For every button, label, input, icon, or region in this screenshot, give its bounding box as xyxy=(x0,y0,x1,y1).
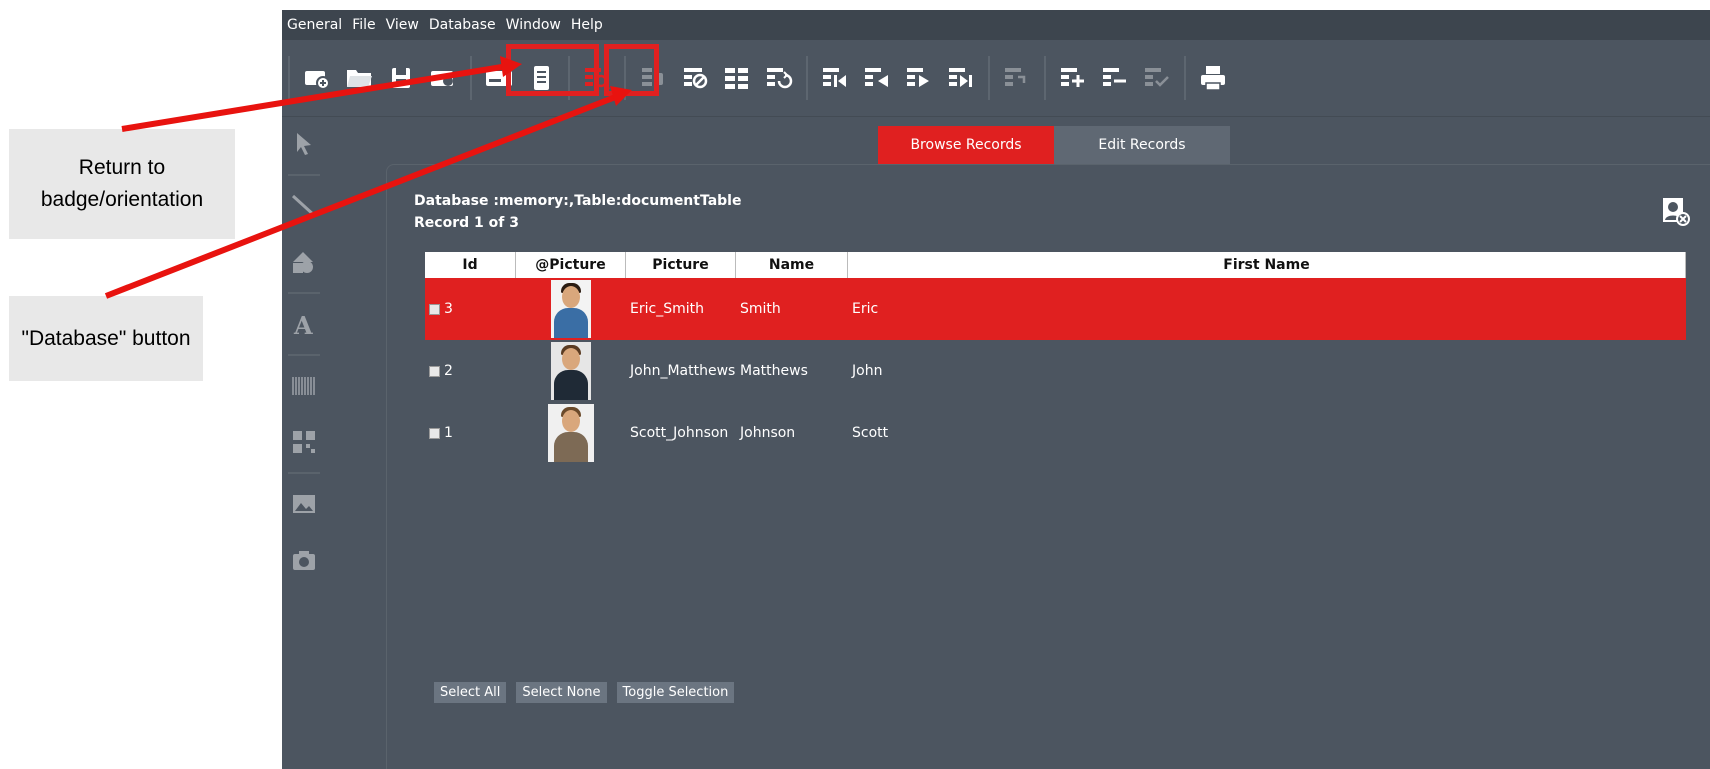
tool-palette: A xyxy=(282,116,326,769)
name-cell: Matthews xyxy=(740,363,808,379)
menu-bar: General File View Database Window Help xyxy=(282,10,1710,40)
callout-database-button: "Database" button xyxy=(9,296,203,381)
column-header-picture-image[interactable]: @Picture xyxy=(516,252,626,278)
svg-text:A: A xyxy=(293,311,313,338)
id-cell: 2 xyxy=(425,340,516,402)
picture-name-cell: Eric_Smith xyxy=(630,301,704,317)
palette-divider xyxy=(288,472,320,474)
print-icon[interactable] xyxy=(1196,56,1230,100)
save-icon[interactable] xyxy=(384,56,418,100)
picture-cell xyxy=(516,278,626,340)
row-checkbox[interactable] xyxy=(429,303,440,315)
database-button-highlight xyxy=(604,44,659,96)
toolbar-separator xyxy=(1184,56,1186,100)
text-tool-icon[interactable]: A xyxy=(282,296,326,352)
database-table-icon[interactable] xyxy=(720,56,754,100)
previous-record-icon[interactable] xyxy=(860,56,894,100)
badge-buttons-highlight xyxy=(506,44,599,96)
toolbar-separator xyxy=(806,56,808,100)
first-name-cell: John xyxy=(852,363,883,379)
person-photo xyxy=(551,280,591,338)
menu-help[interactable]: Help xyxy=(566,10,608,40)
picture-cell xyxy=(516,340,626,402)
row-checkbox[interactable] xyxy=(429,365,440,377)
menu-file[interactable]: File xyxy=(347,10,380,40)
id-value: 1 xyxy=(444,425,453,441)
new-document-icon[interactable] xyxy=(300,56,334,100)
pointer-tool-icon[interactable] xyxy=(282,116,326,172)
palette-divider xyxy=(288,354,320,356)
picture-name-cell: Scott_Johnson xyxy=(630,425,729,441)
add-record-icon[interactable] xyxy=(1056,56,1090,100)
callout-return-badge: Return to badge/orientation xyxy=(9,129,235,239)
picture-name-cell: John_Matthews xyxy=(630,363,736,379)
database-disconnect-icon[interactable] xyxy=(678,56,712,100)
camera-tool-icon[interactable] xyxy=(282,532,326,588)
id-cell: 3 xyxy=(425,278,516,340)
undo-record-icon[interactable] xyxy=(1000,56,1034,100)
palette-divider xyxy=(288,174,320,176)
delete-record-icon[interactable] xyxy=(1098,56,1132,100)
select-none-button[interactable]: Select None xyxy=(516,682,607,703)
id-value: 2 xyxy=(444,363,453,379)
tab-browse-records[interactable]: Browse Records xyxy=(878,126,1054,164)
row-checkbox[interactable] xyxy=(429,427,440,439)
record-counter: Record 1 of 3 xyxy=(414,215,519,231)
toggle-selection-button[interactable]: Toggle Selection xyxy=(616,682,735,703)
records-table: Id @Picture Picture Name First Name 3 Er… xyxy=(425,252,1686,464)
person-photo xyxy=(548,404,594,462)
database-info-line: Database :memory:,Table:documentTable xyxy=(414,193,742,209)
menu-general[interactable]: General xyxy=(282,10,347,40)
open-folder-icon[interactable] xyxy=(342,56,376,100)
last-record-icon[interactable] xyxy=(944,56,978,100)
select-all-button[interactable]: Select All xyxy=(434,682,507,703)
toolbar-separator xyxy=(288,56,290,100)
picture-cell xyxy=(516,402,626,464)
toolbar-separator xyxy=(1044,56,1046,100)
palette-divider xyxy=(288,292,320,294)
table-row[interactable]: 3 Eric_Smith Smith Eric xyxy=(425,278,1686,340)
first-name-cell: Eric xyxy=(852,301,879,317)
name-cell: Smith xyxy=(740,301,781,317)
toolbar xyxy=(282,40,1710,117)
column-header-picture[interactable]: Picture xyxy=(626,252,736,278)
id-value: 3 xyxy=(444,301,453,317)
table-header: Id @Picture Picture Name First Name xyxy=(425,252,1686,278)
record-tabs: Browse Records Edit Records xyxy=(878,126,1230,164)
image-tool-icon[interactable] xyxy=(282,476,326,532)
database-refresh-icon[interactable] xyxy=(762,56,796,100)
database-info: Database :memory:,Table:documentTable Re… xyxy=(414,190,741,234)
selection-buttons: Select All Select None Toggle Selection xyxy=(434,682,735,703)
column-header-id[interactable]: Id xyxy=(425,252,516,278)
id-cell: 1 xyxy=(425,402,516,464)
toolbar-separator xyxy=(988,56,990,100)
export-user-icon[interactable] xyxy=(1660,196,1690,226)
table-row[interactable]: 1 Scott_Johnson Johnson Scott xyxy=(425,402,1686,464)
menu-view[interactable]: View xyxy=(381,10,424,40)
first-name-cell: Scott xyxy=(852,425,889,441)
column-header-name[interactable]: Name xyxy=(736,252,848,278)
save-as-icon[interactable] xyxy=(426,56,460,100)
toolbar-separator xyxy=(470,56,472,100)
column-header-first-name[interactable]: First Name xyxy=(848,252,1686,278)
menu-database[interactable]: Database xyxy=(424,10,501,40)
person-photo xyxy=(551,342,591,400)
commit-record-icon[interactable] xyxy=(1140,56,1174,100)
table-row[interactable]: 2 John_Matthews Matthews John xyxy=(425,340,1686,402)
first-record-icon[interactable] xyxy=(818,56,852,100)
name-cell: Johnson xyxy=(740,425,796,441)
tab-edit-records[interactable]: Edit Records xyxy=(1054,126,1230,164)
shapes-tool-icon[interactable] xyxy=(282,234,326,290)
qrcode-tool-icon[interactable] xyxy=(282,414,326,470)
line-tool-icon[interactable] xyxy=(282,178,326,234)
menu-window[interactable]: Window xyxy=(501,10,566,40)
barcode-tool-icon[interactable] xyxy=(282,358,326,414)
next-record-icon[interactable] xyxy=(902,56,936,100)
